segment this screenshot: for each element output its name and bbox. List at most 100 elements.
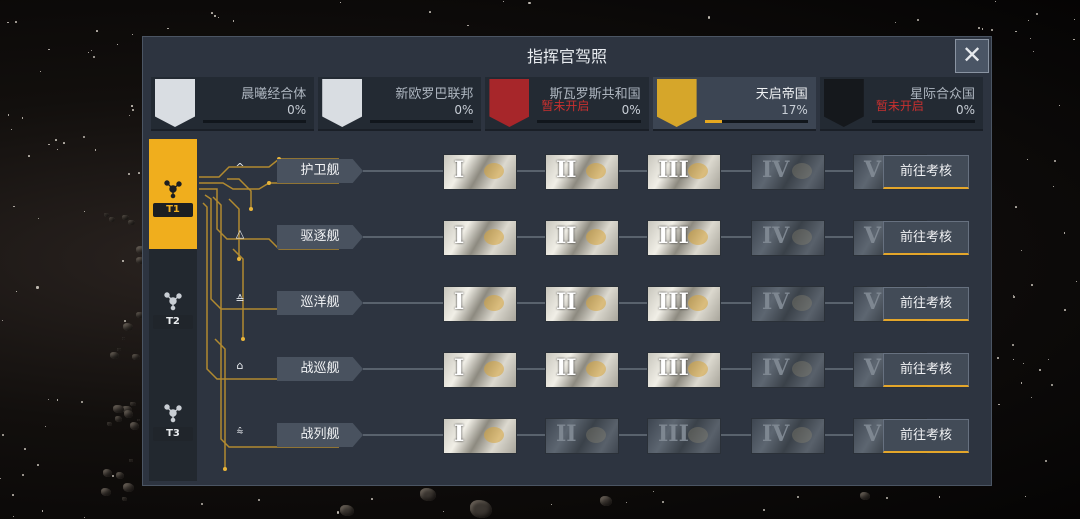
tier-tab[interactable]: T2 xyxy=(149,251,197,361)
license-level-card[interactable]: IV xyxy=(751,154,825,190)
license-level-card[interactable]: I xyxy=(443,220,517,256)
license-level-card[interactable]: II xyxy=(545,286,619,322)
star xyxy=(977,27,980,30)
license-level-card[interactable]: IV xyxy=(751,286,825,322)
license-level-card[interactable]: III xyxy=(647,286,721,322)
blue-ring-emblem xyxy=(155,79,195,127)
license-level-card[interactable]: II xyxy=(545,154,619,190)
faction-tab[interactable]: 星际合众国 暂未开启 0% xyxy=(819,77,984,131)
asteroid xyxy=(129,422,140,430)
star xyxy=(762,509,765,512)
license-level-card[interactable]: I xyxy=(443,418,517,454)
star xyxy=(47,398,50,400)
faction-progress-bar xyxy=(370,120,474,123)
go-to-exam-button[interactable]: 前往考核 xyxy=(883,155,969,189)
locked-status: 暂未开启 xyxy=(541,99,590,113)
star xyxy=(662,500,665,503)
star xyxy=(886,497,889,500)
go-to-exam-button[interactable]: 前往考核 xyxy=(883,419,969,453)
level-numeral: I xyxy=(454,289,465,315)
star xyxy=(56,399,59,402)
star xyxy=(13,206,15,208)
license-level-card[interactable]: III xyxy=(647,418,721,454)
star xyxy=(994,0,996,2)
license-level-card[interactable]: I xyxy=(443,352,517,388)
star xyxy=(339,2,341,3)
ship-row: ^ 护卫舰 I II III IV V 前往考核 xyxy=(223,151,983,193)
tier-selector: T1 T2 T3 xyxy=(149,139,197,481)
locked-status: 暂未开启 xyxy=(875,99,924,113)
tier-tab[interactable]: T1 xyxy=(149,139,197,249)
ship-row: ⩯ 战列舰 I II III IV V 前往考核 xyxy=(223,415,983,457)
license-level-card[interactable]: II xyxy=(545,220,619,256)
star xyxy=(138,171,141,174)
star xyxy=(47,48,50,51)
star xyxy=(257,498,261,501)
asteroid xyxy=(470,500,492,518)
license-level-card[interactable]: IV xyxy=(751,418,825,454)
star xyxy=(131,105,133,107)
star xyxy=(28,155,30,157)
star xyxy=(36,286,39,289)
star xyxy=(116,44,118,45)
license-level-card[interactable]: IV xyxy=(751,352,825,388)
star xyxy=(83,211,85,212)
star xyxy=(1035,13,1038,16)
star xyxy=(916,19,919,22)
star xyxy=(443,511,445,513)
license-level-card[interactable]: II xyxy=(545,352,619,388)
star xyxy=(48,143,51,146)
license-level-card[interactable]: I xyxy=(443,286,517,322)
star xyxy=(1075,280,1077,282)
level-numeral: I xyxy=(454,223,465,249)
faction-progress-percent: 0% xyxy=(454,103,474,117)
license-level-card[interactable]: IV xyxy=(751,220,825,256)
license-level-card[interactable]: I xyxy=(443,154,517,190)
license-level-card[interactable]: III xyxy=(647,352,721,388)
window-title: 指挥官驾照 xyxy=(526,47,607,66)
star xyxy=(15,21,18,23)
star xyxy=(1030,37,1031,39)
faction-name: 晨曦经合体 xyxy=(241,87,307,102)
star xyxy=(429,11,431,14)
star xyxy=(7,114,10,116)
star xyxy=(39,70,41,72)
star xyxy=(6,21,9,24)
level-numeral: III xyxy=(658,157,689,183)
star xyxy=(91,50,93,52)
asteroid xyxy=(340,505,354,517)
level-numeral: II xyxy=(556,289,577,315)
asteroid xyxy=(122,322,134,331)
star xyxy=(56,148,58,150)
go-to-exam-button[interactable]: 前往考核 xyxy=(883,287,969,321)
license-level-card[interactable]: III xyxy=(647,220,721,256)
star xyxy=(997,357,999,360)
license-level-card[interactable]: III xyxy=(647,154,721,190)
star xyxy=(1,320,3,322)
faction-tab[interactable]: 天启帝国 17% xyxy=(652,77,816,131)
level-numeral: IV xyxy=(762,421,790,447)
ship-row: ≙ 巡洋舰 I II III IV V 前往考核 xyxy=(223,283,983,325)
go-to-exam-button[interactable]: 前往考核 xyxy=(883,353,969,387)
star xyxy=(1027,20,1029,21)
ship-row: △ 驱逐舰 I II III IV V 前往考核 xyxy=(223,217,983,259)
ship-class-label: 巡洋舰 xyxy=(277,291,363,315)
rank-chevron-icon: ⌂ xyxy=(236,359,244,372)
star xyxy=(15,290,17,292)
faction-tab[interactable]: 晨曦经合体 0% xyxy=(151,77,315,131)
asteroid xyxy=(117,348,121,352)
tier-tab[interactable]: T3 xyxy=(149,363,197,473)
asteroid xyxy=(102,469,113,477)
go-to-exam-button[interactable]: 前往考核 xyxy=(883,221,969,255)
star xyxy=(1064,309,1067,311)
license-level-card[interactable]: II xyxy=(545,418,619,454)
star xyxy=(1013,358,1015,360)
faction-tab[interactable]: 新欧罗巴联邦 0% xyxy=(318,77,482,131)
asteroid xyxy=(137,419,141,422)
asteroid xyxy=(129,401,136,407)
star xyxy=(129,115,131,117)
faction-tab[interactable]: 斯瓦罗斯共和国 暂未开启 0% xyxy=(485,77,649,131)
asteroid xyxy=(106,421,113,427)
close-icon[interactable]: ✕ xyxy=(955,39,989,73)
star xyxy=(200,502,203,506)
